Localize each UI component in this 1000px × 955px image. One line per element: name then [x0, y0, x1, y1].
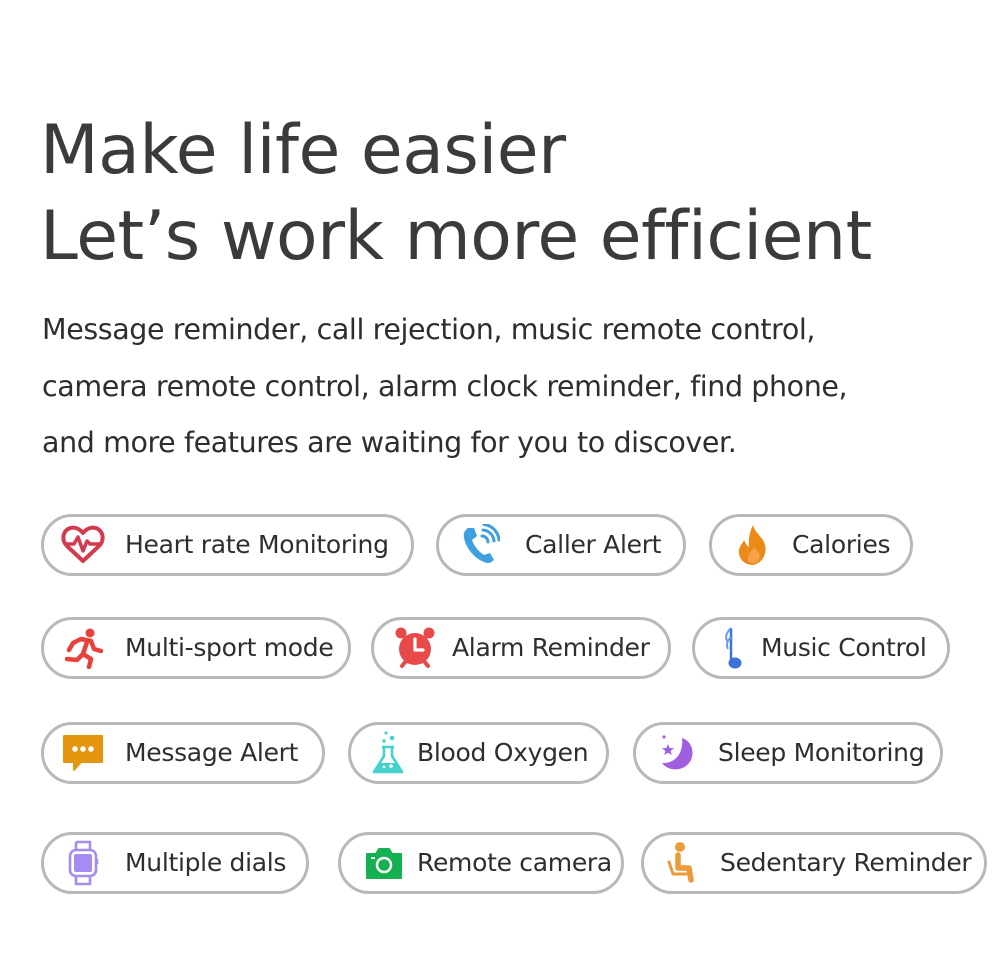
feature-label: Sedentary Reminder	[720, 847, 972, 877]
feature-pill-sedentary-reminder[interactable]: Sedentary Reminder	[641, 832, 987, 894]
flame-icon	[730, 522, 776, 568]
feature-pill-multiple-dials[interactable]: Multiple dials	[41, 832, 309, 894]
feature-pill-remote-camera[interactable]: Remote camera	[338, 832, 624, 894]
headline-line-1: Make life easier	[40, 111, 566, 190]
feature-label: Remote camera	[417, 847, 612, 877]
feature-label: Multi-sport mode	[125, 632, 334, 662]
feature-pill-blood-oxygen[interactable]: Blood Oxygen	[348, 722, 609, 784]
camera-icon	[361, 840, 407, 886]
feature-pill-caller-alert[interactable]: Caller Alert	[436, 514, 686, 576]
feature-pill-heart-rate[interactable]: Heart rate Monitoring	[41, 514, 414, 576]
headline: Make life easier Let’s work more efficie…	[40, 108, 872, 280]
feature-label: Calories	[792, 529, 891, 559]
phone-call-icon	[457, 522, 503, 568]
description-line-3: and more features are waiting for you to…	[42, 426, 737, 459]
feature-pill-calories[interactable]: Calories	[709, 514, 913, 576]
running-person-icon	[60, 625, 106, 671]
smartwatch-icon	[60, 840, 106, 886]
feature-pill-message-alert[interactable]: Message Alert	[41, 722, 325, 784]
feature-pill-multi-sport[interactable]: Multi-sport mode	[41, 617, 351, 679]
feature-label: Music Control	[761, 632, 927, 662]
feature-pill-music-control[interactable]: Music Control	[692, 617, 950, 679]
feature-pill-alarm-reminder[interactable]: Alarm Reminder	[371, 617, 671, 679]
feature-label: Caller Alert	[525, 529, 662, 559]
alarm-clock-icon	[392, 625, 438, 671]
feature-label: Sleep Monitoring	[718, 737, 925, 767]
moon-star-icon	[654, 730, 700, 776]
heart-rate-icon	[60, 522, 106, 568]
feature-description: Message reminder, call rejection, music …	[42, 302, 848, 472]
seated-person-icon	[660, 840, 706, 886]
feature-label: Message Alert	[125, 737, 299, 767]
feature-label: Blood Oxygen	[417, 737, 589, 767]
flask-icon	[365, 730, 411, 776]
description-line-2: camera remote control, alarm clock remin…	[42, 369, 848, 403]
message-bubble-icon	[60, 730, 106, 776]
feature-label: Alarm Reminder	[452, 632, 650, 662]
feature-label: Heart rate Monitoring	[125, 529, 389, 559]
music-note-icon	[709, 625, 755, 671]
description-line-1: Message reminder, call rejection, music …	[42, 313, 816, 346]
feature-label: Multiple dials	[125, 847, 287, 877]
headline-line-2: Let’s work more efficient	[40, 197, 872, 276]
feature-pill-sleep-monitoring[interactable]: Sleep Monitoring	[633, 722, 943, 784]
